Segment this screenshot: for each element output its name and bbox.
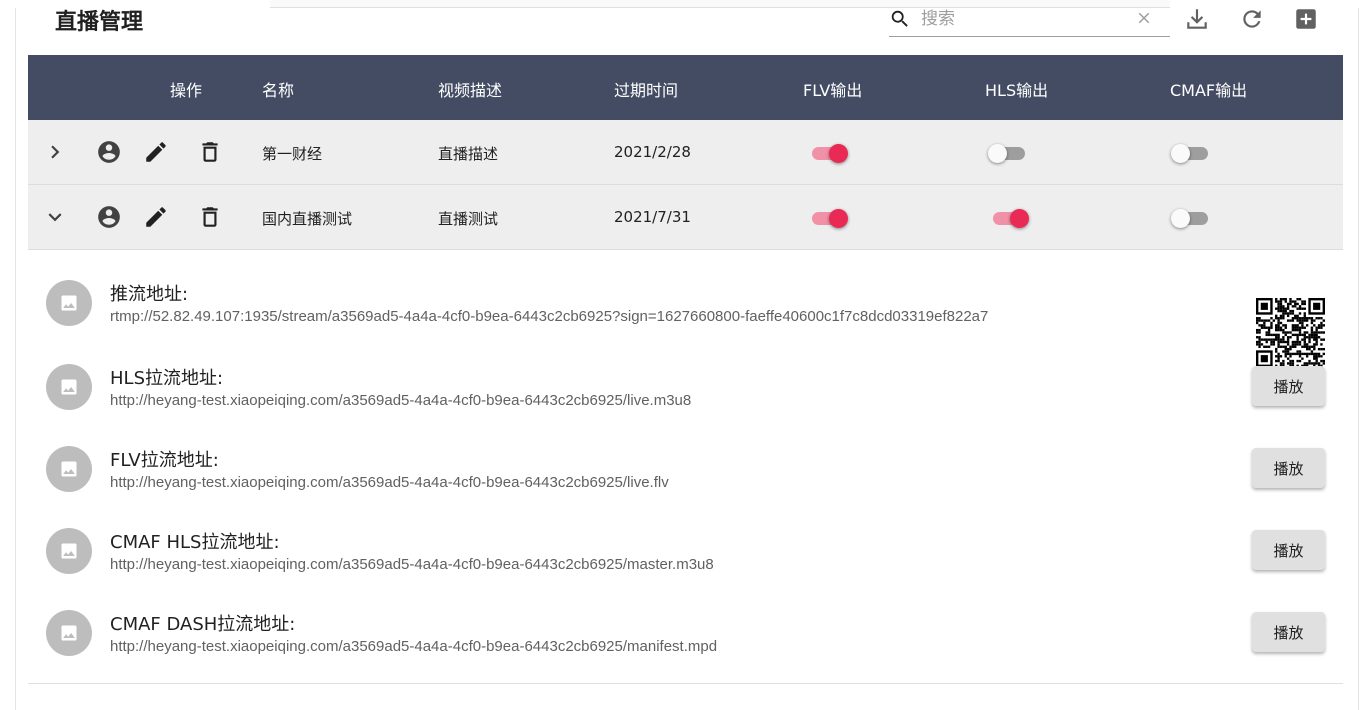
column-header-description[interactable]: 视频描述 — [438, 77, 502, 101]
row-description: 直播测试 — [438, 210, 499, 228]
push-url: rtmp://52.82.49.107:1935/stream/a3569ad5… — [110, 308, 989, 325]
clear-icon[interactable] — [1135, 9, 1153, 27]
list-item-cmaf-dash-url: CMAF DASH拉流地址: http://heyang-test.xiaope… — [28, 610, 1343, 692]
page-title: 直播管理 — [55, 10, 144, 35]
search-input[interactable] — [921, 5, 1131, 33]
column-header-expire[interactable]: 过期时间 — [614, 77, 678, 101]
column-header-flv[interactable]: FLV输出 — [803, 77, 862, 101]
list-item-hls-url: HLS拉流地址: http://heyang-test.xiaopeiqing.… — [28, 364, 1343, 446]
column-header-hls[interactable]: HLS输出 — [985, 77, 1048, 101]
play-cmaf-hls-button[interactable]: 播放 — [1252, 530, 1325, 570]
hls-toggle[interactable] — [988, 144, 1027, 163]
hls-url: http://heyang-test.xiaopeiqing.com/a3569… — [110, 392, 692, 409]
column-header-cmaf[interactable]: CMAF输出 — [1170, 77, 1247, 101]
table-row[interactable]: 国内直播测试 直播测试 2021/7/31 — [28, 185, 1343, 250]
edit-icon[interactable] — [143, 139, 169, 165]
edit-icon[interactable] — [143, 204, 169, 230]
add-box-icon[interactable] — [1293, 6, 1319, 32]
delete-icon[interactable] — [197, 139, 223, 165]
play-hls-button[interactable]: 播放 — [1252, 366, 1325, 406]
cmaf-toggle[interactable] — [1171, 209, 1210, 228]
cmaf-hls-url: http://heyang-test.xiaopeiqing.com/a3569… — [110, 556, 714, 573]
column-header-actions: 操作 — [170, 81, 203, 100]
account-circle-icon[interactable] — [96, 204, 122, 230]
row-name: 第一财经 — [262, 145, 323, 163]
table-header: 操作 名称 视频描述 过期时间 FLV输出 HLS输出 CMAF输出 — [28, 55, 1343, 120]
download-icon[interactable] — [1184, 6, 1210, 32]
row-expire: 2021/7/31 — [614, 208, 691, 226]
image-icon — [46, 610, 92, 656]
cmaf-dash-url-label: CMAF DASH拉流地址: — [110, 614, 296, 635]
list-item-cmaf-hls-url: CMAF HLS拉流地址: http://heyang-test.xiaopei… — [28, 528, 1343, 610]
play-cmaf-dash-button[interactable]: 播放 — [1252, 612, 1325, 652]
cmaf-toggle[interactable] — [1171, 144, 1210, 163]
flv-toggle[interactable] — [810, 209, 848, 228]
image-icon — [46, 528, 92, 574]
cmaf-dash-url: http://heyang-test.xiaopeiqing.com/a3569… — [110, 638, 718, 655]
list-item-push-url: 推流地址: rtmp://52.82.49.107:1935/stream/a3… — [28, 280, 1343, 367]
row-expire: 2021/2/28 — [614, 143, 691, 161]
cmaf-hls-url-label: CMAF HLS拉流地址: — [110, 532, 280, 553]
row-description: 直播描述 — [438, 145, 499, 163]
table-row[interactable]: 第一财经 直播描述 2021/2/28 — [28, 120, 1343, 185]
account-circle-icon[interactable] — [96, 139, 122, 165]
live-management-page: 直播管理 操作 名称 视频描述 过期时间 FLV输出 HLS输出 CMAF输出 … — [0, 0, 1366, 710]
hls-toggle[interactable] — [991, 209, 1029, 228]
image-icon — [46, 364, 92, 410]
flv-url-label: FLV拉流地址: — [110, 450, 219, 471]
search-icon[interactable] — [889, 8, 911, 30]
hls-url-label: HLS拉流地址: — [110, 368, 224, 389]
chevron-down-icon[interactable] — [42, 204, 68, 230]
image-icon — [46, 446, 92, 492]
refresh-icon[interactable] — [1239, 6, 1265, 32]
flv-url: http://heyang-test.xiaopeiqing.com/a3569… — [110, 474, 669, 491]
delete-icon[interactable] — [197, 204, 223, 230]
list-item-flv-url: FLV拉流地址: http://heyang-test.xiaopeiqing.… — [28, 446, 1343, 528]
flv-toggle[interactable] — [810, 144, 848, 163]
stream-detail-panel: 推流地址: rtmp://52.82.49.107:1935/stream/a3… — [28, 250, 1343, 684]
row-name: 国内直播测试 — [262, 210, 353, 228]
image-icon — [46, 280, 92, 326]
search-bar — [889, 5, 1170, 37]
column-header-name[interactable]: 名称 — [262, 77, 294, 101]
push-url-label: 推流地址: — [110, 284, 189, 305]
play-flv-button[interactable]: 播放 — [1252, 448, 1325, 488]
qr-code-icon — [1256, 298, 1325, 367]
chevron-right-icon[interactable] — [42, 139, 68, 165]
